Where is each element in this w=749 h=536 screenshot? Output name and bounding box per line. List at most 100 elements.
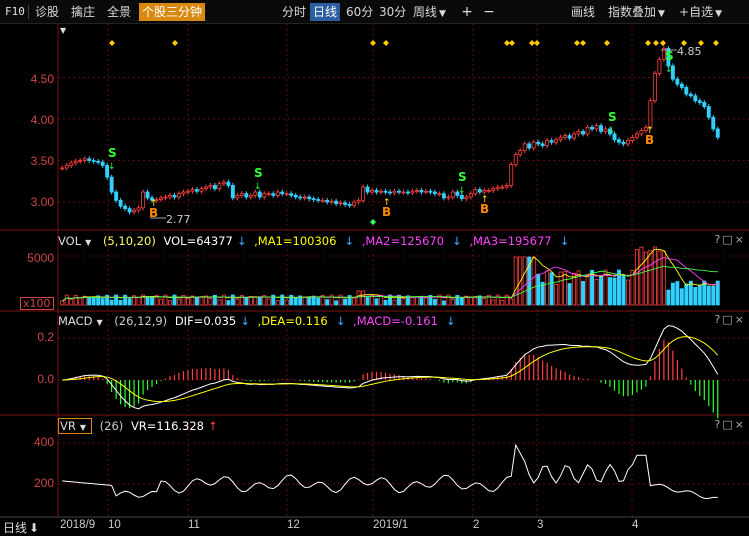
volume-bar bbox=[661, 250, 666, 306]
candle bbox=[446, 196, 451, 199]
volume-bar bbox=[432, 298, 437, 306]
macd-dea: ,DEA=0.116 bbox=[257, 314, 328, 328]
volume-bar bbox=[536, 273, 541, 306]
down-arrow-icon: ↓ bbox=[236, 234, 247, 248]
period-selector[interactable]: 日线 ⬇ bbox=[3, 519, 39, 536]
down-arrow-icon: ↓ bbox=[240, 314, 250, 328]
candle bbox=[248, 194, 253, 198]
volume-bar bbox=[199, 296, 204, 306]
volume-bar bbox=[679, 288, 684, 306]
volume-bar bbox=[513, 256, 518, 306]
vol-window-buttons[interactable]: ?□× bbox=[715, 233, 746, 246]
x-label: 3 bbox=[537, 519, 544, 531]
candle bbox=[383, 190, 388, 193]
candle bbox=[405, 191, 410, 194]
candle bbox=[531, 141, 536, 149]
candle bbox=[599, 125, 603, 132]
candle bbox=[239, 193, 244, 196]
volume-bar bbox=[666, 289, 671, 306]
candle bbox=[284, 193, 289, 196]
volume-bar bbox=[374, 298, 379, 306]
volume-bar bbox=[585, 274, 590, 306]
vol-indicator-button[interactable]: VOL ▼ bbox=[58, 234, 95, 248]
candle bbox=[590, 126, 595, 130]
candle bbox=[522, 143, 527, 151]
down-arrow-icon: ↓ bbox=[452, 234, 462, 248]
candle bbox=[450, 191, 455, 198]
candle bbox=[697, 100, 702, 103]
candle bbox=[410, 190, 415, 194]
signal-diamond-icon bbox=[580, 40, 586, 46]
volume-bar bbox=[545, 270, 550, 306]
candle bbox=[91, 160, 96, 162]
volume-bar bbox=[383, 299, 388, 306]
signal-diamond-icon bbox=[653, 40, 659, 46]
x-label: 2018/9 bbox=[60, 519, 96, 531]
macd-indicator-button[interactable]: MACD ▼ bbox=[58, 314, 107, 328]
down-arrow-icon: ↓ bbox=[254, 182, 262, 192]
x-label: 2019/1 bbox=[373, 519, 409, 531]
candle bbox=[100, 161, 105, 166]
down-arrow-icon: ⬇ bbox=[29, 521, 40, 535]
volume-bar bbox=[549, 272, 554, 306]
candle bbox=[486, 189, 491, 192]
candle bbox=[199, 188, 204, 192]
volume-bar bbox=[684, 283, 689, 306]
candle bbox=[78, 160, 83, 162]
candle bbox=[414, 189, 419, 192]
vr-header: VR ▼ (26) VR=116.328 ↑ bbox=[58, 418, 222, 434]
candle bbox=[379, 190, 383, 193]
candle bbox=[96, 160, 101, 163]
volume-bar bbox=[473, 296, 478, 306]
candle bbox=[473, 189, 478, 195]
sell-signal-marker: S bbox=[458, 170, 467, 184]
candle bbox=[625, 140, 630, 145]
candle bbox=[347, 204, 352, 206]
candle bbox=[706, 106, 711, 118]
candle bbox=[504, 184, 509, 188]
volume-bar bbox=[608, 277, 612, 306]
macd-window-buttons[interactable]: ?□× bbox=[715, 313, 746, 326]
volume-bar bbox=[468, 296, 473, 306]
volume-bar bbox=[307, 296, 312, 306]
candle bbox=[69, 162, 74, 166]
volume-bar bbox=[675, 281, 680, 306]
vol-params: (5,10,20) bbox=[102, 234, 156, 248]
volume-bar bbox=[365, 297, 370, 306]
x-label: 11 bbox=[188, 519, 200, 531]
candle bbox=[118, 199, 123, 207]
candle bbox=[715, 128, 720, 138]
volume-bar bbox=[127, 298, 132, 306]
macd-dif: DIF=0.035 bbox=[174, 314, 237, 328]
down-arrow-icon: ↓ bbox=[458, 186, 466, 196]
candle bbox=[477, 189, 482, 193]
candle bbox=[320, 199, 325, 202]
x-label: 10 bbox=[108, 519, 121, 531]
volume-bar bbox=[509, 298, 514, 306]
signal-diamond-icon bbox=[370, 40, 376, 46]
volume-bar bbox=[423, 297, 428, 306]
volume-bar bbox=[634, 249, 639, 306]
volume-bar bbox=[284, 299, 289, 306]
candle bbox=[639, 130, 644, 135]
volume-bar bbox=[356, 290, 361, 306]
signal-diamond-icon bbox=[645, 40, 651, 46]
volume-bar bbox=[625, 279, 630, 306]
up-arrow-icon: ↑ bbox=[383, 198, 391, 208]
up-arrow-icon: ↑ bbox=[208, 419, 218, 433]
candle bbox=[298, 196, 303, 199]
candle bbox=[307, 196, 312, 200]
candle bbox=[64, 165, 69, 169]
candle bbox=[464, 196, 469, 200]
volume-bar bbox=[567, 283, 572, 306]
chart-canvas: S↓ S↓S↓S↓S↓B↑B↑ B↑B↑ bbox=[0, 24, 749, 518]
candle bbox=[338, 202, 343, 205]
candle bbox=[495, 186, 500, 190]
candle bbox=[688, 93, 693, 97]
vr-indicator-button[interactable]: VR ▼ bbox=[58, 418, 93, 434]
candle bbox=[293, 194, 298, 198]
down-arrow-icon: ↓ bbox=[665, 65, 673, 75]
candle bbox=[356, 199, 361, 203]
vr-window-buttons[interactable]: ?□× bbox=[715, 418, 746, 431]
candle bbox=[365, 186, 370, 193]
